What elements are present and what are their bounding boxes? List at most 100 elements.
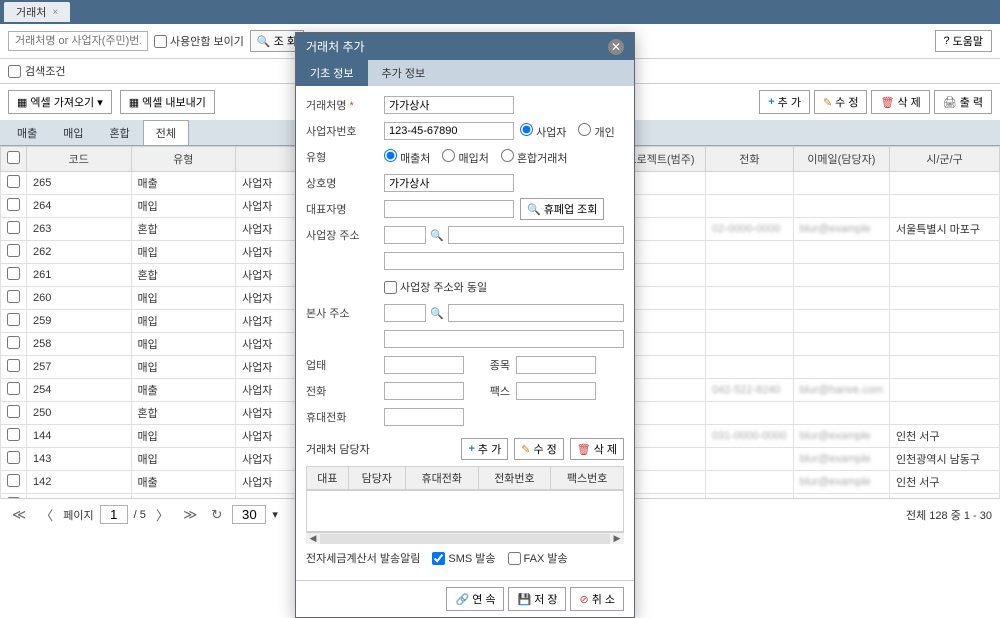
label-biz-item: 종목 bbox=[470, 357, 510, 373]
cell-region: 인천광역시 남동구 bbox=[890, 448, 1000, 471]
page-last-button[interactable]: ≫ bbox=[179, 505, 201, 525]
search-icon[interactable]: 🔍 bbox=[430, 229, 444, 242]
print-icon: 🖨 bbox=[943, 96, 957, 109]
page-next-button[interactable]: 〉 bbox=[152, 503, 173, 526]
condition-label: 검색조건 bbox=[25, 63, 65, 79]
cancel-button[interactable]: ⊘취 소 bbox=[570, 587, 624, 611]
cell-email bbox=[793, 287, 889, 310]
continuous-button[interactable]: 🔗연 속 bbox=[446, 587, 504, 611]
biz-addr-zip[interactable] bbox=[384, 226, 426, 244]
tab-basic-info[interactable]: 기초 정보 bbox=[296, 60, 368, 86]
biz-addr-1[interactable] bbox=[448, 226, 624, 244]
dialog-titlebar[interactable]: 거래처 추가 ✕ bbox=[296, 33, 634, 60]
radio-mixed[interactable]: 혼합거래처 bbox=[501, 149, 568, 166]
save-button[interactable]: 💾저 장 bbox=[508, 587, 566, 611]
row-checkbox[interactable] bbox=[1, 448, 27, 471]
scroll-right-icon[interactable]: ▶ bbox=[610, 533, 624, 544]
scroll-left-icon[interactable]: ◀ bbox=[306, 533, 320, 544]
add-button[interactable]: +추 가 bbox=[759, 90, 810, 114]
radio-sales[interactable]: 매출처 bbox=[384, 149, 430, 166]
search-icon[interactable]: 🔍 bbox=[430, 307, 444, 320]
biz-item-input[interactable] bbox=[516, 356, 596, 374]
tab-mixed[interactable]: 혼합 bbox=[97, 120, 143, 145]
row-checkbox[interactable] bbox=[1, 402, 27, 425]
contact-edit-button[interactable]: ✎수 정 bbox=[514, 438, 564, 460]
tab-purchase[interactable]: 매입 bbox=[50, 120, 96, 145]
row-checkbox[interactable] bbox=[1, 218, 27, 241]
plus-icon: + bbox=[768, 96, 774, 108]
header-code[interactable]: 코드 bbox=[27, 147, 132, 172]
cell-code: 260 bbox=[27, 287, 132, 310]
tab-all[interactable]: 전체 bbox=[143, 120, 189, 145]
help-button[interactable]: ? 도움말 bbox=[935, 30, 993, 52]
print-button[interactable]: 🖨출 력 bbox=[934, 90, 992, 114]
sms-checkbox[interactable]: SMS 발송 bbox=[432, 550, 495, 566]
header-phone[interactable]: 전화 bbox=[706, 147, 794, 172]
tab-extra-info[interactable]: 추가 정보 bbox=[368, 60, 440, 86]
closed-biz-button[interactable]: 🔍 휴폐업 조회 bbox=[520, 198, 604, 220]
same-addr-checkbox[interactable]: 사업장 주소와 동일 bbox=[384, 279, 487, 295]
phone-input[interactable] bbox=[384, 382, 464, 400]
hq-addr-2[interactable] bbox=[384, 330, 624, 348]
excel-export-button[interactable]: ▦ 엑셀 내보내기 bbox=[120, 90, 215, 114]
contacts-scrollbar[interactable]: ◀ ▶ bbox=[306, 532, 624, 544]
close-icon[interactable]: × bbox=[52, 7, 58, 18]
edit-button[interactable]: ✎수 정 bbox=[814, 90, 868, 114]
search-input[interactable] bbox=[8, 31, 148, 51]
row-checkbox[interactable] bbox=[1, 310, 27, 333]
tab-sales[interactable]: 매출 bbox=[4, 120, 50, 145]
chevron-down-icon[interactable]: ▾ bbox=[272, 508, 278, 521]
page-first-button[interactable]: ≪ bbox=[8, 505, 30, 525]
row-checkbox[interactable] bbox=[1, 241, 27, 264]
checkbox-icon[interactable] bbox=[154, 35, 167, 48]
fax-checkbox[interactable]: FAX 발송 bbox=[508, 550, 568, 566]
biz-kind-input[interactable] bbox=[384, 356, 464, 374]
cell-code: 263 bbox=[27, 218, 132, 241]
biz-addr-2[interactable] bbox=[384, 252, 624, 270]
close-icon[interactable]: ✕ bbox=[608, 39, 624, 55]
cancel-icon: ⊘ bbox=[579, 593, 588, 606]
page-input[interactable] bbox=[100, 505, 128, 524]
contact-add-button[interactable]: +추 가 bbox=[461, 438, 508, 460]
header-region[interactable]: 시/군/구 bbox=[890, 147, 1000, 172]
page-prev-button[interactable]: 〈 bbox=[36, 503, 57, 526]
tab-vendors[interactable]: 거래처 × bbox=[4, 2, 70, 22]
per-page-input[interactable] bbox=[232, 505, 266, 524]
cell-code: 259 bbox=[27, 310, 132, 333]
link-icon: 🔗 bbox=[455, 593, 469, 606]
fax-input[interactable] bbox=[516, 382, 596, 400]
row-checkbox[interactable] bbox=[1, 172, 27, 195]
condition-checkbox[interactable] bbox=[8, 65, 21, 78]
row-checkbox[interactable] bbox=[1, 264, 27, 287]
mobile-input[interactable] bbox=[384, 408, 464, 426]
row-checkbox[interactable] bbox=[1, 356, 27, 379]
header-type[interactable]: 유형 bbox=[131, 147, 236, 172]
scroll-track[interactable] bbox=[320, 534, 610, 544]
radio-person[interactable]: 개인 bbox=[578, 123, 614, 140]
header-checkbox[interactable] bbox=[1, 147, 27, 172]
excel-import-button[interactable]: ▦ 엑셀 가져오기 ▾ bbox=[8, 90, 112, 114]
delete-button[interactable]: 🗑삭 제 bbox=[871, 90, 929, 114]
radio-biz[interactable]: 사업자 bbox=[520, 123, 566, 140]
header-email[interactable]: 이메일(담당자) bbox=[793, 147, 889, 172]
row-checkbox[interactable] bbox=[1, 379, 27, 402]
row-checkbox[interactable] bbox=[1, 425, 27, 448]
help-icon: ? bbox=[944, 35, 950, 47]
vendor-name-input[interactable] bbox=[384, 96, 514, 114]
cell-region: 서울특별시 마포구 bbox=[890, 218, 1000, 241]
row-checkbox[interactable] bbox=[1, 333, 27, 356]
ceo-input[interactable] bbox=[384, 200, 514, 218]
refresh-button[interactable]: ↻ bbox=[207, 505, 226, 525]
radio-purchase[interactable]: 매입처 bbox=[442, 149, 488, 166]
cell-type: 매입 bbox=[131, 195, 236, 218]
row-checkbox[interactable] bbox=[1, 471, 27, 494]
row-checkbox[interactable] bbox=[1, 195, 27, 218]
hq-addr-1[interactable] bbox=[448, 304, 624, 322]
tradename-input[interactable] bbox=[384, 174, 514, 192]
contact-delete-button[interactable]: 🗑삭 제 bbox=[570, 438, 624, 460]
hq-addr-zip[interactable] bbox=[384, 304, 426, 322]
show-disabled-checkbox[interactable]: 사용안함 보이기 bbox=[154, 33, 244, 49]
biz-no-input[interactable] bbox=[384, 122, 514, 140]
cell-region: 인천 서구 bbox=[890, 425, 1000, 448]
row-checkbox[interactable] bbox=[1, 287, 27, 310]
